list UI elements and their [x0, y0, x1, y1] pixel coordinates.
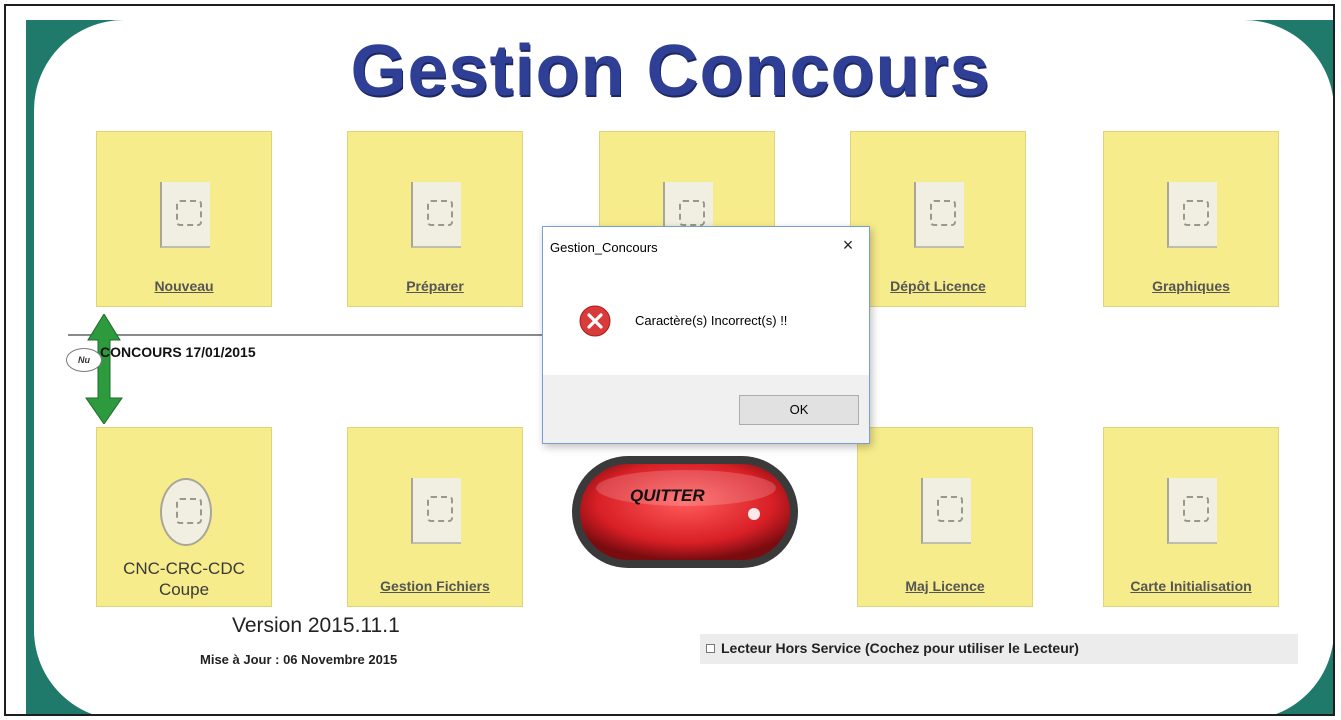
- error-icon: [579, 305, 611, 337]
- tile-nouveau[interactable]: Nouveau: [96, 131, 272, 307]
- tile-graphiques-label: Graphiques: [1152, 278, 1230, 294]
- error-dialog: Gestion_Concours × Caractère(s) Incorrec…: [542, 226, 870, 444]
- tile-nouveau-label: Nouveau: [154, 278, 214, 294]
- tools-icon: [411, 478, 461, 544]
- tile-depot-licence-label: Dépôt Licence: [890, 278, 986, 294]
- quit-label: QUITTER: [630, 486, 705, 505]
- tile-cnc-label-line2: Coupe: [158, 580, 210, 599]
- tile-preparer-label: Préparer: [406, 278, 464, 294]
- card-icon: [1167, 478, 1217, 544]
- tile-cnc-label: CNC-CRC-CDC Coupe: [97, 558, 271, 600]
- quit-button[interactable]: [568, 452, 802, 572]
- new-icon: [160, 182, 210, 248]
- reader-label[interactable]: Lecteur Hors Service (Cochez pour utilis…: [721, 640, 1079, 656]
- license-deposit-icon: [914, 182, 964, 248]
- tile-carte-initialisation-label: Carte Initialisation: [1130, 578, 1252, 594]
- tile-cnc-crc-cdc[interactable]: CNC-CRC-CDC Coupe: [96, 427, 272, 607]
- chart-icon: [1167, 182, 1217, 248]
- tile-graphiques[interactable]: Graphiques: [1103, 131, 1279, 307]
- tile-cnc-label-line1: CNC-CRC-CDC: [123, 559, 245, 578]
- update-label: Mise à Jour : 06 Novembre 2015: [200, 652, 398, 667]
- dialog-title: Gestion_Concours: [550, 240, 658, 255]
- tile-maj-licence[interactable]: Maj Licence: [857, 427, 1033, 607]
- tile-preparer[interactable]: Préparer: [347, 131, 523, 307]
- ok-button[interactable]: OK: [739, 395, 859, 425]
- version-label: Version 2015.11.1: [232, 614, 400, 637]
- prepare-icon: [411, 182, 461, 248]
- tile-maj-licence-label: Maj Licence: [905, 578, 985, 594]
- concours-label: CONCOURS 17/01/2015: [100, 344, 256, 360]
- trophy-icon: [160, 478, 212, 546]
- dialog-message: Caractère(s) Incorrect(s) !!: [635, 313, 788, 328]
- reader-checkbox[interactable]: [706, 644, 715, 653]
- concours-badge: Nu: [66, 348, 102, 372]
- tile-carte-initialisation[interactable]: Carte Initialisation: [1103, 427, 1279, 607]
- close-icon[interactable]: ×: [835, 233, 861, 257]
- tile-gestion-fichiers[interactable]: Gestion Fichiers: [347, 427, 523, 607]
- tile-depot-licence[interactable]: Dépôt Licence: [850, 131, 1026, 307]
- license-update-icon: [921, 478, 971, 544]
- tile-gestion-fichiers-label: Gestion Fichiers: [380, 578, 490, 594]
- app-title: Gestion Concours: [350, 31, 991, 111]
